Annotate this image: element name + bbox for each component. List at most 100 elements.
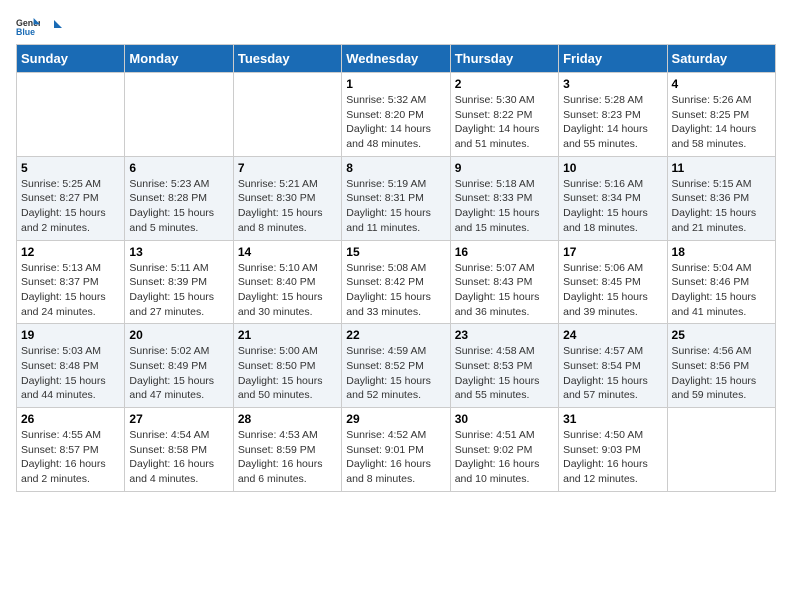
calendar-day-22: 22 Sunrise: 4:59 AMSunset: 8:52 PMDayligh… [342, 324, 450, 408]
svg-text:Blue: Blue [16, 27, 35, 36]
day-number: 21 [238, 328, 337, 342]
weekday-header-thursday: Thursday [450, 45, 558, 73]
logo: General Blue [16, 16, 62, 36]
weekday-header-sunday: Sunday [17, 45, 125, 73]
day-number: 14 [238, 245, 337, 259]
day-number: 25 [672, 328, 771, 342]
calendar-day-11: 11Sunrise: 5:15 AMSunset: 8:36 PMDayligh… [667, 156, 775, 240]
calendar-empty-cell [233, 73, 341, 157]
day-info: Sunrise: 4:57 AMSunset: 8:54 PMDaylight:… [563, 344, 662, 403]
day-number: 31 [563, 412, 662, 426]
day-number: 27 [129, 412, 228, 426]
day-info: Sunrise: 5:03 AMSunset: 8:48 PMDaylight:… [21, 344, 120, 403]
calendar-day-31: 31 Sunrise: 4:50 AMSunset: 9:03 PMDayligh… [559, 408, 667, 492]
calendar-day-23: 23Sunrise: 4:58 AMSunset: 8:53 PMDayligh… [450, 324, 558, 408]
day-info: Sunrise: 4:54 AMSunset: 8:58 PMDaylight:… [129, 428, 228, 487]
day-info: Sunrise: 4:53 AMSunset: 8:59 PMDaylight:… [238, 428, 337, 487]
day-number: 6 [129, 161, 228, 175]
calendar-day-29: 29 Sunrise: 4:52 AMSunset: 9:01 PMDayligh… [342, 408, 450, 492]
calendar-empty-cell [17, 73, 125, 157]
day-info: Sunrise: 5:19 AMSunset: 8:31 PMDaylight:… [346, 177, 445, 236]
day-number: 8 [346, 161, 445, 175]
calendar-day-21: 21 Sunrise: 5:00 AMSunset: 8:50 PMDayligh… [233, 324, 341, 408]
calendar-day-15: 15 Sunrise: 5:08 AMSunset: 8:42 PMDayligh… [342, 240, 450, 324]
header: General Blue [16, 16, 776, 36]
calendar-day-16: 16 Sunrise: 5:07 AMSunset: 8:43 PMDayligh… [450, 240, 558, 324]
calendar-day-2: 2 Sunrise: 5:30 AMSunset: 8:22 PMDaylight… [450, 73, 558, 157]
day-info: Sunrise: 5:23 AMSunset: 8:28 PMDaylight:… [129, 177, 228, 236]
calendar-day-28: 28 Sunrise: 4:53 AMSunset: 8:59 PMDayligh… [233, 408, 341, 492]
weekday-header-tuesday: Tuesday [233, 45, 341, 73]
day-number: 13 [129, 245, 228, 259]
calendar-week-row: 5 Sunrise: 5:25 AMSunset: 8:27 PMDaylight… [17, 156, 776, 240]
day-number: 3 [563, 77, 662, 91]
weekday-header-monday: Monday [125, 45, 233, 73]
day-info: Sunrise: 4:50 AMSunset: 9:03 PMDaylight:… [563, 428, 662, 487]
day-info: Sunrise: 5:32 AMSunset: 8:20 PMDaylight:… [346, 93, 445, 152]
weekday-header-saturday: Saturday [667, 45, 775, 73]
day-number: 23 [455, 328, 554, 342]
calendar-body: 1 Sunrise: 5:32 AMSunset: 8:20 PMDaylight… [17, 73, 776, 492]
day-info: Sunrise: 5:30 AMSunset: 8:22 PMDaylight:… [455, 93, 554, 152]
calendar-day-27: 27 Sunrise: 4:54 AMSunset: 8:58 PMDayligh… [125, 408, 233, 492]
day-number: 22 [346, 328, 445, 342]
day-number: 30 [455, 412, 554, 426]
day-info: Sunrise: 5:25 AMSunset: 8:27 PMDaylight:… [21, 177, 120, 236]
calendar-empty-cell [125, 73, 233, 157]
day-number: 16 [455, 245, 554, 259]
day-info: Sunrise: 5:15 AMSunset: 8:36 PMDaylight:… [672, 177, 771, 236]
day-number: 1 [346, 77, 445, 91]
day-info: Sunrise: 5:07 AMSunset: 8:43 PMDaylight:… [455, 261, 554, 320]
day-number: 5 [21, 161, 120, 175]
day-number: 10 [563, 161, 662, 175]
day-info: Sunrise: 5:13 AMSunset: 8:37 PMDaylight:… [21, 261, 120, 320]
calendar-table: SundayMondayTuesdayWednesdayThursdayFrid… [16, 44, 776, 492]
day-number: 12 [21, 245, 120, 259]
day-number: 28 [238, 412, 337, 426]
day-info: Sunrise: 4:52 AMSunset: 9:01 PMDaylight:… [346, 428, 445, 487]
calendar-week-row: 19 Sunrise: 5:03 AMSunset: 8:48 PMDayligh… [17, 324, 776, 408]
day-info: Sunrise: 5:02 AMSunset: 8:49 PMDaylight:… [129, 344, 228, 403]
day-number: 15 [346, 245, 445, 259]
logo-triangle-icon [46, 20, 62, 34]
day-info: Sunrise: 5:16 AMSunset: 8:34 PMDaylight:… [563, 177, 662, 236]
day-info: Sunrise: 5:28 AMSunset: 8:23 PMDaylight:… [563, 93, 662, 152]
weekday-header-row: SundayMondayTuesdayWednesdayThursdayFrid… [17, 45, 776, 73]
calendar-day-17: 17Sunrise: 5:06 AMSunset: 8:45 PMDayligh… [559, 240, 667, 324]
day-info: Sunrise: 4:56 AMSunset: 8:56 PMDaylight:… [672, 344, 771, 403]
day-number: 7 [238, 161, 337, 175]
calendar-day-10: 10 Sunrise: 5:16 AMSunset: 8:34 PMDayligh… [559, 156, 667, 240]
day-info: Sunrise: 4:55 AMSunset: 8:57 PMDaylight:… [21, 428, 120, 487]
calendar-day-5: 5 Sunrise: 5:25 AMSunset: 8:27 PMDaylight… [17, 156, 125, 240]
calendar-day-6: 6 Sunrise: 5:23 AMSunset: 8:28 PMDaylight… [125, 156, 233, 240]
day-info: Sunrise: 5:11 AMSunset: 8:39 PMDaylight:… [129, 261, 228, 320]
calendar-day-13: 13 Sunrise: 5:11 AMSunset: 8:39 PMDayligh… [125, 240, 233, 324]
calendar-day-12: 12 Sunrise: 5:13 AMSunset: 8:37 PMDayligh… [17, 240, 125, 324]
calendar-day-4: 4Sunrise: 5:26 AMSunset: 8:25 PMDaylight… [667, 73, 775, 157]
calendar-week-row: 12 Sunrise: 5:13 AMSunset: 8:37 PMDayligh… [17, 240, 776, 324]
day-info: Sunrise: 5:18 AMSunset: 8:33 PMDaylight:… [455, 177, 554, 236]
day-info: Sunrise: 4:59 AMSunset: 8:52 PMDaylight:… [346, 344, 445, 403]
calendar-day-26: 26Sunrise: 4:55 AMSunset: 8:57 PMDayligh… [17, 408, 125, 492]
day-info: Sunrise: 4:51 AMSunset: 9:02 PMDaylight:… [455, 428, 554, 487]
calendar-day-1: 1 Sunrise: 5:32 AMSunset: 8:20 PMDaylight… [342, 73, 450, 157]
day-info: Sunrise: 5:21 AMSunset: 8:30 PMDaylight:… [238, 177, 337, 236]
calendar-day-19: 19 Sunrise: 5:03 AMSunset: 8:48 PMDayligh… [17, 324, 125, 408]
calendar-day-20: 20 Sunrise: 5:02 AMSunset: 8:49 PMDayligh… [125, 324, 233, 408]
weekday-header-friday: Friday [559, 45, 667, 73]
day-info: Sunrise: 5:06 AMSunset: 8:45 PMDaylight:… [563, 261, 662, 320]
day-number: 20 [129, 328, 228, 342]
calendar-empty-cell [667, 408, 775, 492]
calendar-day-9: 9Sunrise: 5:18 AMSunset: 8:33 PMDaylight… [450, 156, 558, 240]
day-number: 18 [672, 245, 771, 259]
logo-icon: General Blue [16, 16, 40, 36]
calendar-day-14: 14 Sunrise: 5:10 AMSunset: 8:40 PMDayligh… [233, 240, 341, 324]
day-info: Sunrise: 5:10 AMSunset: 8:40 PMDaylight:… [238, 261, 337, 320]
calendar-day-24: 24Sunrise: 4:57 AMSunset: 8:54 PMDayligh… [559, 324, 667, 408]
calendar-day-3: 3 Sunrise: 5:28 AMSunset: 8:23 PMDaylight… [559, 73, 667, 157]
day-number: 29 [346, 412, 445, 426]
day-info: Sunrise: 5:08 AMSunset: 8:42 PMDaylight:… [346, 261, 445, 320]
day-info: Sunrise: 5:00 AMSunset: 8:50 PMDaylight:… [238, 344, 337, 403]
day-number: 19 [21, 328, 120, 342]
day-number: 2 [455, 77, 554, 91]
